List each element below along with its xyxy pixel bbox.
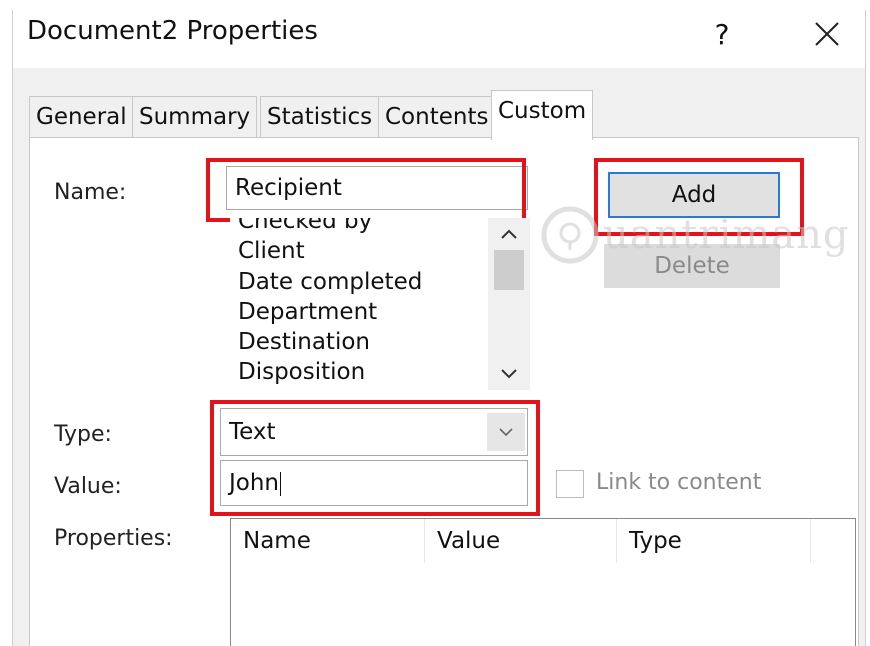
chevron-down-icon[interactable] [487, 413, 525, 451]
value-label: Value: [54, 474, 122, 499]
close-button[interactable] [799, 10, 855, 58]
type-value: Text [229, 419, 276, 445]
scroll-up-icon[interactable] [488, 220, 530, 248]
close-icon [815, 22, 839, 46]
add-button[interactable]: Add [608, 172, 780, 218]
tab-custom[interactable]: Custom [491, 90, 594, 140]
delete-button[interactable]: Delete [604, 244, 780, 288]
value-text: John [229, 470, 280, 496]
value-input[interactable]: John [220, 460, 528, 506]
tab-general[interactable]: General [29, 96, 134, 137]
list-item[interactable]: Checked by [238, 218, 422, 236]
tab-statistics[interactable]: Statistics [260, 96, 380, 137]
help-button[interactable]: ? [697, 10, 747, 58]
scroll-thumb[interactable] [494, 250, 524, 290]
scroll-down-icon[interactable] [488, 360, 530, 388]
column-header-name[interactable]: Name [231, 519, 425, 563]
list-item[interactable]: Date completed [238, 267, 422, 297]
link-to-content-label: Link to content [596, 470, 762, 495]
text-cursor [280, 471, 282, 496]
window-title: Document2 Properties [27, 16, 318, 46]
list-item[interactable]: Client [238, 236, 422, 266]
tab-contents[interactable]: Contents [378, 96, 496, 137]
name-input[interactable]: Recipient [226, 166, 528, 210]
type-select[interactable]: Text [220, 408, 528, 456]
link-to-content-checkbox[interactable] [556, 470, 584, 498]
title-bar: Document2 Properties ? [13, 10, 865, 68]
custom-panel: Name: Recipient Checked by Client Date c… [29, 137, 859, 646]
properties-dialog: Document2 Properties ? General Summary S… [12, 10, 866, 646]
name-label: Name: [54, 180, 127, 205]
properties-table[interactable]: Name Value Type [230, 518, 856, 646]
tab-summary[interactable]: Summary [132, 96, 258, 137]
list-item[interactable]: Disposition [238, 357, 422, 387]
list-scrollbar[interactable] [488, 218, 530, 390]
list-item[interactable]: Department [238, 297, 422, 327]
type-label: Type: [54, 422, 112, 447]
column-header-value[interactable]: Value [425, 519, 617, 563]
list-item[interactable]: Destination [238, 327, 422, 357]
properties-label: Properties: [54, 526, 173, 551]
column-header-type[interactable]: Type [617, 519, 811, 563]
